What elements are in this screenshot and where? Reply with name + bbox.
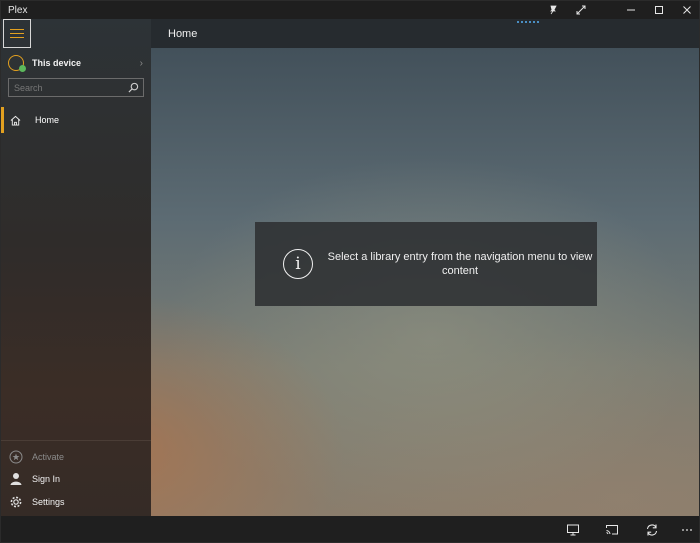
close-button[interactable]	[673, 1, 699, 19]
search-icon[interactable]	[128, 82, 139, 93]
page-title: Home	[168, 27, 198, 40]
app-window: Plex Home This device › Search Home Acti…	[0, 0, 700, 543]
device-status-icon	[8, 55, 26, 72]
close-icon	[683, 6, 691, 14]
screen-icon	[567, 524, 579, 536]
divider	[1, 440, 151, 441]
cast-icon	[606, 525, 618, 535]
info-message: Select a library entry from the navigati…	[327, 251, 593, 277]
pin-button[interactable]	[539, 1, 567, 19]
minimize-button[interactable]	[617, 1, 645, 19]
chevron-right-icon: ›	[139, 58, 143, 69]
pin-icon	[550, 5, 557, 15]
star-icon	[9, 450, 23, 464]
home-icon	[10, 115, 21, 126]
app-title: Plex	[8, 4, 28, 16]
sync-button[interactable]	[644, 522, 660, 538]
main-content: Home This device › Search Home Activate …	[1, 19, 699, 516]
info-icon: i	[283, 249, 313, 279]
maximize-icon	[655, 6, 663, 14]
more-button[interactable]	[679, 522, 695, 538]
sync-icon	[646, 524, 658, 536]
search-input[interactable]	[9, 82, 119, 93]
sidebar-item-label: Home	[35, 115, 60, 125]
selection-indicator	[1, 107, 4, 133]
sign-in-button[interactable]: Sign In	[1, 469, 151, 489]
title-bar: Plex	[1, 1, 699, 19]
gear-icon	[9, 495, 23, 509]
hamburger-menu-button[interactable]	[3, 19, 31, 48]
bottom-app-bar	[1, 516, 699, 542]
fullscreen-button[interactable]	[567, 1, 595, 19]
more-icon	[682, 529, 692, 531]
minimize-icon	[627, 9, 635, 11]
device-selector[interactable]: This device ›	[1, 53, 151, 73]
device-label: This device	[32, 58, 82, 68]
screen-button[interactable]	[565, 522, 581, 538]
content-header: Home	[151, 19, 699, 48]
info-message-panel: i Select a library entry from the naviga…	[255, 222, 597, 306]
search-box	[8, 78, 144, 97]
activate-label: Activate	[32, 452, 65, 462]
cast-button[interactable]	[604, 522, 620, 538]
maximize-button[interactable]	[645, 1, 673, 19]
navigation-pane: This device › Home	[1, 19, 151, 516]
activate-button[interactable]: Activate	[1, 447, 151, 467]
sidebar-item-home[interactable]: Home	[1, 107, 151, 133]
settings-label: Settings	[32, 497, 65, 507]
person-icon	[9, 472, 23, 486]
drag-handle[interactable]	[517, 21, 539, 23]
expand-icon	[576, 5, 586, 15]
window-controls	[539, 1, 699, 19]
sign-in-label: Sign In	[32, 474, 61, 484]
settings-button[interactable]: Settings	[1, 492, 151, 512]
